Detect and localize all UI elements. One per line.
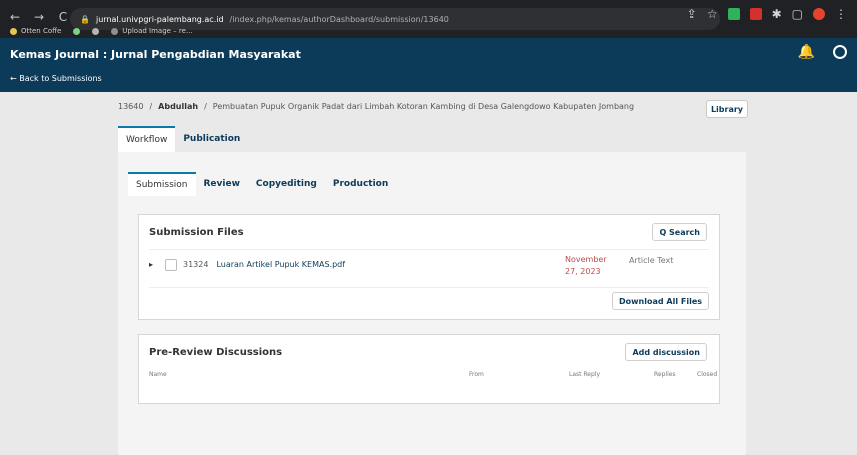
tab-icon[interactable]: ▢ bbox=[792, 8, 803, 20]
col-name: Name bbox=[149, 371, 167, 378]
lock-icon: 🔒 bbox=[80, 14, 90, 24]
app-header: Kemas Journal : Jurnal Pengabdian Masyar… bbox=[0, 38, 857, 92]
breadcrumb: 13640 / Abdullah / Pembuatan Pupuk Organ… bbox=[118, 102, 634, 111]
puzzle-icon[interactable]: ✱ bbox=[772, 8, 782, 20]
ext-red-icon[interactable] bbox=[749, 8, 762, 20]
bell-icon[interactable]: 🔔 bbox=[798, 44, 815, 60]
bookmark-label: Otten Coffe bbox=[21, 27, 62, 35]
download-row: Download All Files bbox=[149, 287, 709, 313]
subtab-production[interactable]: Production bbox=[325, 172, 396, 196]
pre-review-discussions-card: Pre-Review Discussions Add discussion Na… bbox=[138, 334, 720, 404]
journal-title: Kemas Journal : Jurnal Pengabdian Masyar… bbox=[10, 48, 301, 61]
extensions-bar: ⇪ ☆ ✱ ▢ ⋮ bbox=[687, 8, 847, 20]
ext-green-icon[interactable] bbox=[727, 8, 740, 20]
bookmark-extra-1[interactable] bbox=[73, 27, 81, 35]
subtab-review[interactable]: Review bbox=[196, 172, 248, 196]
submission-files-card: Submission Files Q Search ▸ 31324 Luaran… bbox=[138, 214, 720, 320]
bookmark-upload-image[interactable]: Upload Image – re... bbox=[111, 27, 193, 35]
col-last-reply: Last Reply bbox=[569, 371, 601, 378]
file-id: 31324 bbox=[183, 260, 209, 269]
file-icon bbox=[165, 258, 177, 271]
add-discussion-button[interactable]: Add discussion bbox=[625, 343, 707, 361]
file-type: Article Text bbox=[629, 256, 674, 265]
bookmark-icon bbox=[111, 27, 119, 35]
user-icon[interactable] bbox=[833, 45, 847, 59]
share-icon[interactable]: ⇪ bbox=[687, 8, 697, 20]
tab-workflow[interactable]: Workflow bbox=[118, 126, 176, 152]
col-replies: Replies bbox=[654, 371, 676, 378]
bookmarks-bar: Otten Coffe Upload Image – re... bbox=[10, 27, 193, 35]
download-all-files-button[interactable]: Download All Files bbox=[612, 292, 709, 310]
url-host: jurnal.univpgri-palembang.ac.id bbox=[95, 14, 224, 24]
reload-icon[interactable]: C bbox=[56, 10, 70, 24]
bookmark-icon bbox=[92, 27, 100, 35]
workflow-subtabs: Submission Review Copyediting Production bbox=[128, 172, 396, 196]
submission-files-title: Submission Files bbox=[149, 227, 244, 238]
menu-icon[interactable]: ⋮ bbox=[835, 8, 847, 20]
breadcrumb-separator: / bbox=[204, 102, 207, 111]
back-to-submissions-link[interactable]: ← Back to Submissions bbox=[10, 74, 102, 83]
browser-toolbar: ← → C 🔒 jurnal.univpgri-palembang.ac.id … bbox=[0, 0, 857, 38]
url-path: /index.php/kemas/authorDashboard/submiss… bbox=[229, 14, 449, 24]
submission-id: 13640 bbox=[118, 102, 144, 111]
browser-nav: ← → C bbox=[8, 10, 70, 24]
bookmark-extra-2[interactable] bbox=[92, 27, 100, 35]
tab-publication[interactable]: Publication bbox=[175, 126, 248, 152]
search-button[interactable]: Q Search bbox=[652, 223, 707, 241]
discussions-table-header: Name From Last Reply Replies Closed bbox=[149, 369, 717, 383]
file-date: November 27, 2023 bbox=[565, 255, 607, 276]
main-tabs: Workflow Publication bbox=[118, 126, 248, 152]
page-content: 13640 / Abdullah / Pembuatan Pupuk Organ… bbox=[0, 92, 857, 455]
bookmark-icon bbox=[10, 27, 17, 35]
discussions-title: Pre-Review Discussions bbox=[149, 347, 283, 358]
workflow-panel: Submission Review Copyediting Production… bbox=[118, 152, 746, 455]
col-closed: Closed bbox=[697, 371, 718, 378]
submission-file-row[interactable]: ▸ 31324 Luaran Artikel Pupuk KEMAS.pdf N… bbox=[149, 249, 709, 279]
star-icon[interactable]: ☆ bbox=[707, 8, 718, 20]
subtab-copyediting[interactable]: Copyediting bbox=[248, 172, 325, 196]
forward-icon[interactable]: → bbox=[32, 10, 46, 24]
breadcrumb-separator: / bbox=[149, 102, 153, 111]
library-button[interactable]: Library bbox=[706, 100, 748, 118]
bookmark-label: Upload Image – re... bbox=[122, 27, 193, 35]
bookmark-icon bbox=[73, 27, 81, 35]
file-name[interactable]: Luaran Artikel Pupuk KEMAS.pdf bbox=[216, 260, 345, 269]
bookmark-otten-coffe[interactable]: Otten Coffe bbox=[10, 27, 61, 35]
col-from: From bbox=[469, 371, 484, 378]
back-icon[interactable]: ← bbox=[8, 10, 22, 24]
header-icons: 🔔 bbox=[798, 44, 847, 60]
profile-icon[interactable] bbox=[813, 8, 825, 20]
expand-row-icon[interactable]: ▸ bbox=[149, 260, 159, 269]
submission-title: Pembuatan Pupuk Organik Padat dari Limba… bbox=[212, 102, 635, 111]
subtab-submission[interactable]: Submission bbox=[128, 172, 196, 196]
submission-author: Abdullah bbox=[158, 102, 199, 111]
